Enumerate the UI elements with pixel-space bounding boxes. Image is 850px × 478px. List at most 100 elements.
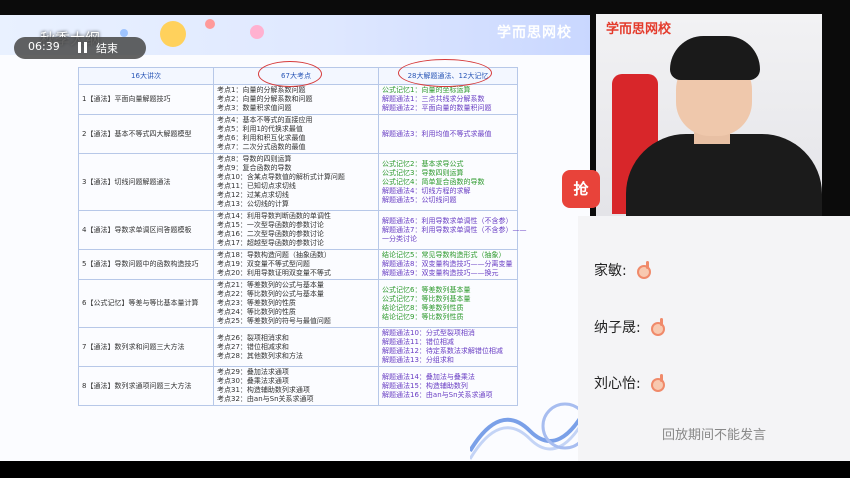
exam-point: 考点2：向量的分解系数和问题: [217, 95, 313, 103]
table-row: 1【通法】平面向量解题技巧 考点1：向量的分解系数问题 考点2：向量的分解系数和问题…: [78, 84, 518, 115]
lecture-cell: 1【通法】平面向量解题技巧: [78, 84, 214, 115]
exam-point: 考点10：含某点导数值的解析式计算问题: [217, 173, 345, 181]
table-row: 6【公式记忆】等差与等比基本量计算 考点21：等差数列的公式与基本量 考点22：等比…: [78, 279, 518, 328]
methods-cell: 公式记忆2：基本求导公式 公式记忆3：导数四则运算 公式记忆4：简单复合函数的导数解…: [378, 153, 518, 211]
exam-point: 考点23：等差数列的性质: [217, 299, 296, 307]
ok-hand-icon: [636, 261, 651, 279]
exam-point: 考点4：基本不等式的直接应用: [217, 116, 313, 124]
lecture-cell: 5【通法】导数问题中的函数构造技巧: [78, 249, 214, 280]
method-item: 解题通法2：平面向量的数量积问题: [382, 104, 492, 112]
bubble-icon: [205, 19, 215, 29]
exam-point: 考点5：利用1的代换求最值: [217, 125, 303, 133]
exam-point: 考点9：复合函数的导数: [217, 164, 292, 172]
exam-point: 考点6：利用和积互化求最值: [217, 134, 306, 142]
replay-note: 回放期间不能发言: [661, 428, 766, 443]
playback-pill[interactable]: 06:39 结束: [14, 37, 146, 59]
webcam-logo: 学而思网校: [606, 22, 672, 37]
lecture-cell: 8【通法】数列求通项问题三大方法: [78, 366, 214, 406]
exam-point: 考点13：公切线的计算: [217, 200, 289, 208]
points-cell: 考点14：利用导数判断函数的单调性 考点15：一次型导函数的参数讨论 考点16：二次…: [213, 210, 379, 250]
teacher-hair: [670, 36, 760, 80]
method-item: 解题通法12：待定系数法求解错位相减: [382, 347, 503, 355]
table-row: 8【通法】数列求通项问题三大方法 考点29：叠加法求通项 考点30：叠乘法求通项 考点…: [78, 366, 518, 406]
mascot-icon: [160, 21, 186, 47]
methods-cell: 解题通法3：利用均值不等式求最值: [378, 114, 518, 154]
method-item: 解题通法9：双变量构造技巧——换元: [382, 269, 499, 277]
exam-point: 考点16：二次型导函数的参数讨论: [217, 230, 324, 238]
method-item: 公式记忆1：向量的坐标运算: [382, 86, 471, 94]
exam-point: 考点8：导数的四则运算: [217, 155, 292, 163]
bubble-icon: [250, 25, 264, 39]
table-row: 4【通法】导数求单调区间答题模板 考点14：利用导数判断函数的单调性 考点15：一次…: [78, 210, 526, 250]
points-cell: 考点8：导数的四则运算 考点9：复合函数的导数 考点10：含某点导数值的解析式计算问…: [213, 153, 379, 211]
exam-point: 考点11：已知切点求切线: [217, 182, 296, 190]
methods-cell: 公式记忆1：向量的坐标运算 解题通法1：三点共线求分解系数 解题通法2：平面向量的数…: [378, 84, 518, 115]
exam-point: 考点30：叠乘法求通项: [217, 377, 289, 385]
exam-point: 考点31：构造辅助数列求通项: [217, 386, 310, 394]
method-item: 解题通法5：公切线问题: [382, 195, 457, 204]
method-item: 解题通法3：利用均值不等式求最值: [382, 129, 492, 138]
method-item: 公式记忆3：导数四则运算: [382, 168, 464, 177]
exam-point: 考点17：超越型导函数的参数讨论: [217, 239, 324, 247]
points-cell: 考点29：叠加法求通项 考点30：叠乘法求通项 考点31：构造辅助数列求通项 考点32…: [213, 366, 379, 406]
method-item: 结论记忆9：等比数列性质: [382, 312, 464, 321]
playback-time: 06:39: [28, 40, 60, 53]
syllabus-table: 16大讲次 67大考点 28大解题通法、12大记忆 1【通法】平面向量解题技巧考…: [78, 67, 526, 406]
pause-icon[interactable]: [78, 42, 88, 53]
method-item: 解题通法8：双变量构造技巧——分离变量: [382, 260, 513, 268]
exam-point: 考点28：其他数列求和方法: [217, 351, 303, 360]
method-item: 公式记忆4：简单复合函数的导数: [382, 177, 485, 186]
exam-point: 考点19：双变量不等式型问题: [217, 260, 310, 268]
lecture-cell: 4【通法】导数求单调区间答题模板: [78, 210, 214, 250]
annotation-circle: [258, 61, 322, 87]
lecture-cell: 6【公式记忆】等差与等比基本量计算: [78, 279, 214, 328]
ok-hand-icon: [650, 318, 665, 336]
exam-point: 考点25：等差数列的符号与最值问题: [217, 317, 331, 325]
rollercoaster-decoration: [470, 400, 590, 460]
method-item: 解题通法6：利用导数求单调性（不含参）: [382, 216, 513, 225]
table-row: 5【通法】导数问题中的函数构造技巧 考点18：导数构造问题（抽象函数） 考点19：双…: [78, 249, 518, 280]
exam-point: 考点14：利用导数判断函数的单调性: [217, 212, 331, 220]
exam-point: 考点18：导数构造问题（抽象函数）: [217, 251, 331, 259]
exam-point: 考点15：一次型导函数的参数讨论: [217, 221, 324, 229]
exam-point: 考点24：等比数列的性质: [217, 308, 296, 316]
method-item: 公式记忆2：基本求导公式: [382, 159, 464, 168]
exam-point: 考点32：由an与Sn关系求通项: [217, 395, 314, 403]
slide-logo: 学而思网校: [497, 25, 572, 41]
teacher-webcam: 学而思网校: [596, 14, 822, 216]
method-item: 结论记忆8：等差数列性质: [382, 303, 464, 312]
chat-username: 家敏:: [594, 263, 627, 279]
exam-point: 考点26：裂项相消求和: [217, 333, 289, 342]
table-row: 3【通法】切线问题解题通法 考点8：导数的四则运算 考点9：复合函数的导数 考点10：…: [78, 153, 518, 211]
lecture-cell: 7【通法】数列求和问题三大方法: [78, 327, 214, 367]
ok-hand-icon: [650, 374, 665, 392]
end-button[interactable]: 结束: [96, 40, 118, 56]
points-cell: 考点4：基本不等式的直接应用 考点5：利用1的代换求最值 考点6：利用和积互化求最值…: [213, 114, 379, 154]
bubble-icon: [120, 29, 128, 37]
chat-message: 家敏:: [594, 260, 651, 280]
method-item: 解题通法1：三点共线求分解系数: [382, 95, 485, 103]
teacher-body: [626, 134, 822, 216]
points-cell: 考点18：导数构造问题（抽象函数） 考点19：双变量不等式型问题 考点20：利用导数…: [213, 249, 379, 280]
points-cell: 考点26：裂项相消求和 考点27：错位相减求和 考点28：其他数列求和方法: [213, 327, 379, 367]
methods-cell: 解题通法6：利用导数求单调性（不含参） 解题通法7：利用导数求单调性（不含参）——…: [378, 210, 526, 250]
lecture-cell: 3【通法】切线问题解题通法: [78, 153, 214, 211]
exam-point: 考点20：利用导数证明双变量不等式: [217, 269, 331, 277]
video-stage: 学而思网校 16大讲次 67大考点 28大解题通法、12大记忆 1【通法】平面向…: [0, 0, 850, 478]
method-item: 解题通法13：分组求和: [382, 356, 454, 364]
method-item: 解题通法11：错位相减: [382, 338, 454, 346]
chat-message: 刘心怡:: [594, 373, 665, 393]
chat-username: 纳子晟:: [594, 320, 641, 336]
method-item: 结论记忆5：常见导数构造形式（抽象）: [382, 251, 506, 259]
exam-point: 考点27：错位相减求和: [217, 342, 289, 351]
method-item: 公式记忆6：等差数列基本量: [382, 285, 471, 294]
column-header-lectures: 16大讲次: [78, 67, 214, 85]
chat-message: 纳子晟:: [594, 317, 665, 337]
methods-cell: 结论记忆5：常见导数构造形式（抽象） 解题通法8：双变量构造技巧——分离变量 解题通…: [378, 249, 518, 280]
chat-username: 刘心怡:: [594, 376, 641, 392]
method-item: 解题通法10：分式型裂项相消: [382, 329, 475, 337]
table-body: 1【通法】平面向量解题技巧 考点1：向量的分解系数问题 考点2：向量的分解系数和问题…: [78, 84, 526, 406]
exam-point: 考点1：向量的分解系数问题: [217, 86, 306, 94]
red-packet-button[interactable]: 抢: [562, 170, 600, 208]
exam-point: 考点21：等差数列的公式与基本量: [217, 281, 324, 289]
